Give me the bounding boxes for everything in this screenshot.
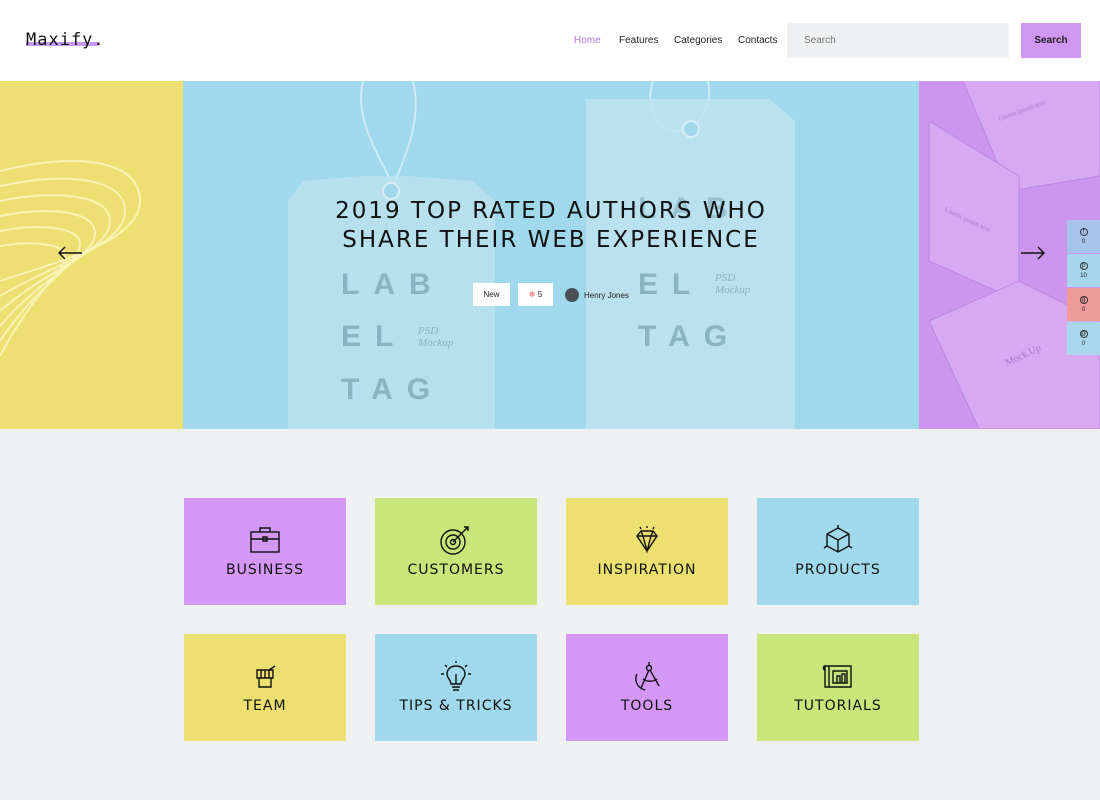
category-tips-tricks[interactable]: TIPS & TRICKS <box>375 634 537 741</box>
category-business[interactable]: BUSINESS <box>184 498 346 605</box>
pinterest-icon: p <box>1079 262 1088 270</box>
fist-icon <box>256 665 276 688</box>
category-customers[interactable]: CUSTOMERS <box>375 498 537 605</box>
svg-text:LAB: LAB <box>341 268 445 301</box>
target-icon <box>440 526 469 555</box>
category-tools[interactable]: TOOLS <box>566 634 728 741</box>
category-label: TOOLS <box>620 698 674 714</box>
likes-badge[interactable]: ❄ 5 <box>518 283 553 306</box>
hero-slide-current[interactable]: LAB EL TAG EL TAG PSD Mockup PSD Mockup … <box>183 81 919 429</box>
arrow-right-icon[interactable] <box>1020 246 1046 260</box>
nav-contacts[interactable]: Contacts <box>738 35 777 46</box>
compass-icon <box>635 662 660 691</box>
email-icon: @ <box>1079 330 1088 338</box>
author-name[interactable]: Henry Jones <box>584 291 629 300</box>
svg-text:TAG: TAG <box>341 373 444 406</box>
site-header: Maxify. Home Features Categories Contact… <box>0 0 1100 81</box>
share-pinterest[interactable]: p 10 <box>1067 254 1100 287</box>
briefcase-icon <box>250 527 280 553</box>
svg-text:PSD: PSD <box>417 325 438 337</box>
search-button[interactable]: Search <box>1021 23 1081 58</box>
share-count: 0 <box>1081 239 1086 245</box>
category-tutorials[interactable]: TUTORIALS <box>757 634 919 741</box>
cube-icon <box>823 525 853 553</box>
category-inspiration[interactable]: INSPIRATION <box>566 498 728 605</box>
category-team[interactable]: TEAM <box>184 634 346 741</box>
svg-text:EL: EL <box>638 268 704 301</box>
label-tag-mockup-image: LAB EL TAG EL TAG PSD Mockup PSD Mockup … <box>288 81 795 429</box>
category-label: TUTORIALS <box>794 698 882 714</box>
fire-icon: ❄ <box>528 290 536 299</box>
svg-text:Mockup: Mockup <box>417 337 454 349</box>
share-count: 0 <box>1081 307 1086 313</box>
share-count: 0 <box>1081 341 1086 347</box>
share-google-plus[interactable]: g 0 <box>1067 288 1100 321</box>
hero-title-line2: SHARE THEIR WEB EXPERIENCE <box>342 227 760 253</box>
logo[interactable]: Maxify. <box>26 30 105 50</box>
hero-slide-prev <box>0 81 183 429</box>
facebook-icon: f <box>1079 228 1088 236</box>
arrow-left-icon[interactable] <box>57 246 83 260</box>
category-label: CUSTOMERS <box>407 562 505 578</box>
svg-text:Mockup: Mockup <box>714 284 751 296</box>
svg-text:PSD: PSD <box>714 272 735 284</box>
category-label: BUSINESS <box>226 562 304 578</box>
likes-count: 5 <box>537 290 543 299</box>
svg-text:TAG: TAG <box>638 320 741 353</box>
author-avatar[interactable] <box>565 288 579 302</box>
category-label: PRODUCTS <box>795 562 881 578</box>
nav-features[interactable]: Features <box>619 35 658 46</box>
category-label: TIPS & TRICKS <box>399 698 513 714</box>
curved-lines-graphic <box>0 160 142 357</box>
diamond-icon <box>636 526 658 554</box>
hero-title-line1: 2019 TOP RATED AUTHORS WHO <box>335 198 767 224</box>
hero-slider: LAB EL TAG EL TAG PSD Mockup PSD Mockup … <box>0 81 1100 429</box>
lightbulb-icon <box>441 661 471 691</box>
new-tag[interactable]: New <box>473 283 510 306</box>
search-input[interactable] <box>787 23 1009 58</box>
category-products[interactable]: PRODUCTS <box>757 498 919 605</box>
share-email[interactable]: @ 0 <box>1067 322 1100 355</box>
blueprint-icon <box>822 665 852 688</box>
hero-title[interactable]: 2019 TOP RATED AUTHORS WHO SHARE THEIR W… <box>183 197 919 255</box>
share-facebook[interactable]: f 0 <box>1067 220 1100 253</box>
svg-text:EL: EL <box>341 320 407 353</box>
category-label: INSPIRATION <box>597 562 697 578</box>
nav-home[interactable]: Home <box>574 35 601 46</box>
google-plus-icon: g <box>1079 296 1088 304</box>
category-label: TEAM <box>243 698 287 714</box>
share-count: 10 <box>1080 273 1087 279</box>
nav-categories[interactable]: Categories <box>674 35 722 46</box>
